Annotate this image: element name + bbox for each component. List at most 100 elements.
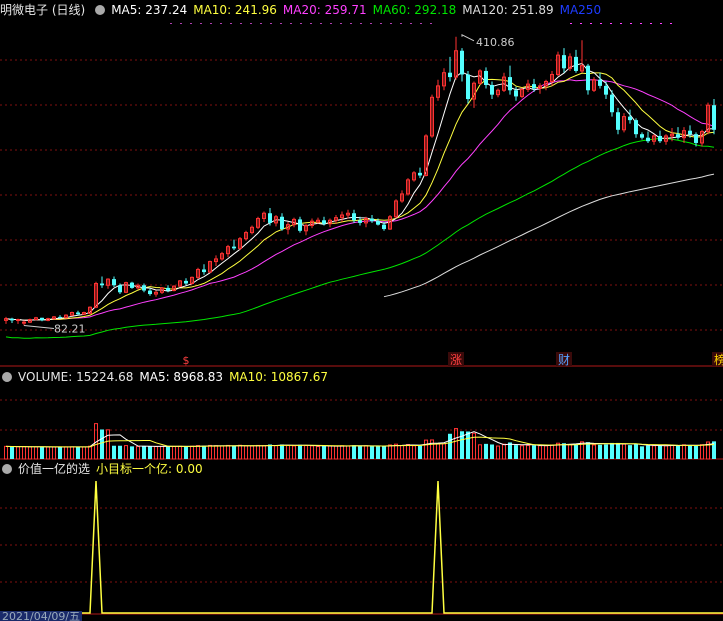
volume-bar-down	[694, 445, 698, 459]
ma-dot	[610, 23, 612, 24]
candle-down	[298, 219, 302, 231]
candle-down	[376, 221, 380, 225]
ma-dot	[200, 23, 202, 24]
volume-bar-up	[22, 446, 26, 460]
volume-bar-down	[610, 442, 614, 459]
candle-down	[232, 246, 236, 249]
volume-bar-down	[10, 446, 14, 459]
volume-bar-down	[112, 445, 116, 459]
settings-icon[interactable]	[2, 464, 12, 474]
candle-down	[322, 220, 326, 224]
volume-bar-up	[124, 445, 128, 460]
volume-bar-up	[340, 445, 344, 460]
ma-dot	[280, 23, 282, 24]
volume-bar-up	[178, 445, 182, 460]
volume-bar-down	[76, 446, 80, 459]
volume-bar-down	[232, 445, 236, 459]
volume-bar-up	[454, 428, 458, 460]
candle-down	[634, 120, 638, 135]
indicator-panel[interactable]	[0, 480, 723, 614]
volume-bar-down	[658, 445, 662, 459]
volume-bar-up	[412, 445, 416, 460]
volume-bar-down	[202, 445, 206, 459]
volume-panel[interactable]	[4, 423, 717, 460]
candle-down	[694, 134, 698, 143]
volume-bar-up	[526, 444, 530, 460]
ma-dot	[670, 23, 672, 24]
ma20-value: MA20: 259.71	[282, 3, 367, 17]
price-panel[interactable]: 410.86 82.21	[4, 23, 717, 339]
signal-line	[0, 480, 723, 614]
ma-dot	[260, 23, 262, 24]
candle-down	[514, 90, 518, 97]
stock-name[interactable]: 明微电子 (日线)	[0, 3, 85, 17]
candle-down	[358, 220, 362, 223]
ma-dot	[340, 23, 342, 24]
volume-bar-up	[442, 443, 446, 460]
volume-bar-down	[58, 446, 62, 459]
ma-dot	[370, 23, 372, 24]
volume-bar-up	[250, 445, 254, 460]
volume-bar-up	[388, 444, 392, 460]
volume-bar-down	[574, 443, 578, 459]
ma-dot	[630, 23, 632, 24]
indicator-legend: 价值一亿的选 小目标一个亿: 0.00	[0, 461, 209, 477]
volume-bar-down	[322, 446, 326, 459]
volume-bar-down	[166, 446, 170, 459]
high-pointer	[461, 34, 475, 42]
volume-bar-up	[4, 445, 8, 460]
candle-down	[676, 134, 680, 138]
ma-dot	[410, 23, 412, 24]
volume-bar-up	[256, 444, 260, 460]
ma-dot	[420, 23, 422, 24]
candle-down	[688, 130, 692, 135]
candle-down	[646, 137, 650, 142]
ma-dot	[270, 23, 272, 24]
volume-bar-up	[244, 445, 248, 460]
ma-dot	[600, 23, 602, 24]
volume-bar-up	[502, 443, 506, 460]
ma10-value: MA10: 241.96	[193, 3, 277, 17]
volume-bar-down	[358, 446, 362, 459]
candle-down	[370, 218, 374, 222]
volume-bar-up	[154, 446, 158, 460]
volume-bar-down	[376, 446, 380, 459]
volume-bar-up	[400, 444, 404, 460]
candle-down	[58, 316, 62, 318]
volume-bar-up	[190, 445, 194, 460]
ma-dot	[210, 23, 212, 24]
volume-bar-up	[136, 446, 140, 460]
volume-bar-up	[286, 444, 290, 460]
candle-down	[460, 50, 464, 75]
ma-dot	[250, 23, 252, 24]
ma60-value: MA60: 292.18	[372, 3, 457, 17]
volume-bar-down	[640, 446, 644, 459]
volume-bar-down	[562, 443, 566, 459]
volume-bar-up	[538, 445, 542, 460]
settings-icon[interactable]	[95, 5, 106, 15]
volume-value: VOLUME: 15224.68	[18, 370, 134, 384]
ma-dot	[230, 23, 232, 24]
volume-bar-down	[352, 445, 356, 459]
chart-canvas[interactable]: 410.86 82.21 $ 涨 财 榜	[0, 0, 723, 621]
ma-dot	[310, 23, 312, 24]
volume-bar-down	[514, 445, 518, 459]
volume-bar-up	[46, 446, 50, 460]
candle-down	[658, 135, 662, 142]
volume-bar-down	[598, 444, 602, 459]
volume-bar-down	[142, 446, 146, 459]
settings-icon[interactable]	[2, 372, 12, 382]
candle-down	[184, 280, 188, 284]
candle-down	[10, 318, 14, 321]
volume-bar-up	[670, 444, 674, 460]
candle-down	[490, 85, 494, 95]
volume-bar-up	[550, 444, 554, 460]
ma-dot	[290, 23, 292, 24]
volume-bar-up	[556, 442, 560, 460]
ma-dot	[590, 23, 592, 24]
volume-bar-up	[16, 446, 20, 460]
ma-dot	[320, 23, 322, 24]
volume-bar-down	[130, 446, 134, 459]
volume-bar-down	[466, 431, 470, 459]
ma-dot	[220, 23, 222, 24]
